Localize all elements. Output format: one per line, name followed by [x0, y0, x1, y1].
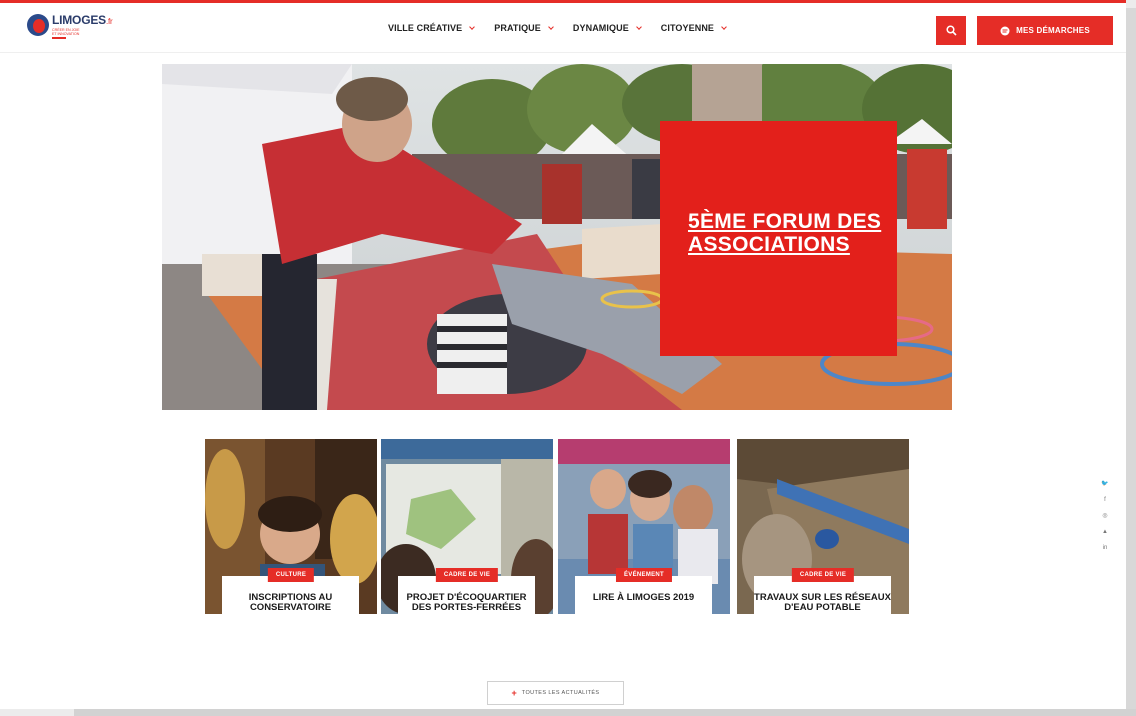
- social-links: 🐦 f ◎ ▲ in: [1100, 480, 1110, 552]
- chat-bubble-icon: [1000, 26, 1010, 35]
- twitter-icon[interactable]: 🐦: [1100, 480, 1110, 488]
- all-news-label: TOUTES LES ACTUALITÉS: [521, 690, 600, 696]
- mes-demarches-label: MES DÉMARCHES: [1016, 26, 1090, 35]
- chevron-down-icon: [469, 23, 476, 30]
- hero-banner[interactable]: 5ÈME FORUM DES ASSOCIATIONS: [162, 64, 952, 410]
- news-card-conservatoire[interactable]: CULTURE: [205, 439, 377, 614]
- category-badge[interactable]: CADRE DE VIE: [435, 568, 499, 582]
- news-card-lire-a-limoges[interactable]: ÉVÉNEMENT: [558, 439, 730, 614]
- news-card-ecoquartier[interactable]: CADRE DE VIE: [381, 439, 553, 614]
- page-shadow-bottom: [74, 709, 1136, 716]
- all-news-button[interactable]: + TOUTES LES ACTUALITÉS: [487, 681, 624, 705]
- news-card-travaux-eau[interactable]: CADRE DE VIE: [737, 439, 909, 614]
- nav-item-dynamique[interactable]: DYNAMIQUE: [573, 23, 642, 33]
- search-button[interactable]: [936, 16, 966, 45]
- card-title-ecoquartier[interactable]: PROJET D'ÉCOQUARTIER DES PORTES-FERRÉES: [398, 593, 535, 613]
- logo-wordmark: LIMOGES.fr: [52, 13, 113, 27]
- main-nav: VILLE CRÉATIVE PRATIQUE DYNAMIQUE CITOYE…: [388, 23, 727, 33]
- plus-icon: +: [511, 688, 517, 698]
- site-logo[interactable]: LIMOGES.fr Créer en joie et innovation: [27, 13, 113, 39]
- card-title-travaux-eau[interactable]: TRAVAUX SUR LES RÉSEAUX D'EAU POTABLE: [754, 593, 891, 613]
- instagram-icon[interactable]: ◎: [1100, 512, 1110, 520]
- category-badge[interactable]: CULTURE: [267, 568, 315, 582]
- nav-item-citoyenne[interactable]: CITOYENNE: [661, 23, 727, 33]
- facebook-icon[interactable]: f: [1100, 496, 1110, 504]
- chevron-down-icon: [548, 23, 554, 30]
- nav-item-ville-creative[interactable]: VILLE CRÉATIVE: [388, 23, 476, 33]
- snapchat-icon[interactable]: ▲: [1100, 528, 1110, 536]
- card-title-lire-a-limoges[interactable]: LIRE À LIMOGES 2019: [575, 593, 712, 603]
- logo-tagline-2: et innovation: [52, 32, 80, 36]
- mes-demarches-button[interactable]: MES DÉMARCHES: [977, 16, 1113, 45]
- category-badge[interactable]: ÉVÉNEMENT: [615, 568, 673, 582]
- card-title-conservatoire[interactable]: INSCRIPTIONS AU CONSERVATOIRE: [222, 593, 359, 613]
- chevron-down-icon: [721, 23, 727, 30]
- hero-title-panel: 5ÈME FORUM DES ASSOCIATIONS: [660, 121, 897, 356]
- page-shadow-right: [1126, 8, 1136, 716]
- logo-mark-icon: [27, 14, 49, 36]
- category-badge[interactable]: CADRE DE VIE: [791, 568, 855, 582]
- chevron-down-icon: [635, 23, 642, 30]
- logo-underline: [52, 37, 66, 39]
- page: LIMOGES.fr Créer en joie et innovation V…: [0, 0, 1126, 709]
- search-icon: [945, 25, 957, 36]
- nav-item-pratique[interactable]: PRATIQUE: [494, 23, 554, 33]
- linkedin-icon[interactable]: in: [1100, 544, 1110, 552]
- hero-title[interactable]: 5ÈME FORUM DES ASSOCIATIONS: [688, 210, 888, 256]
- site-header: LIMOGES.fr Créer en joie et innovation V…: [0, 3, 1126, 53]
